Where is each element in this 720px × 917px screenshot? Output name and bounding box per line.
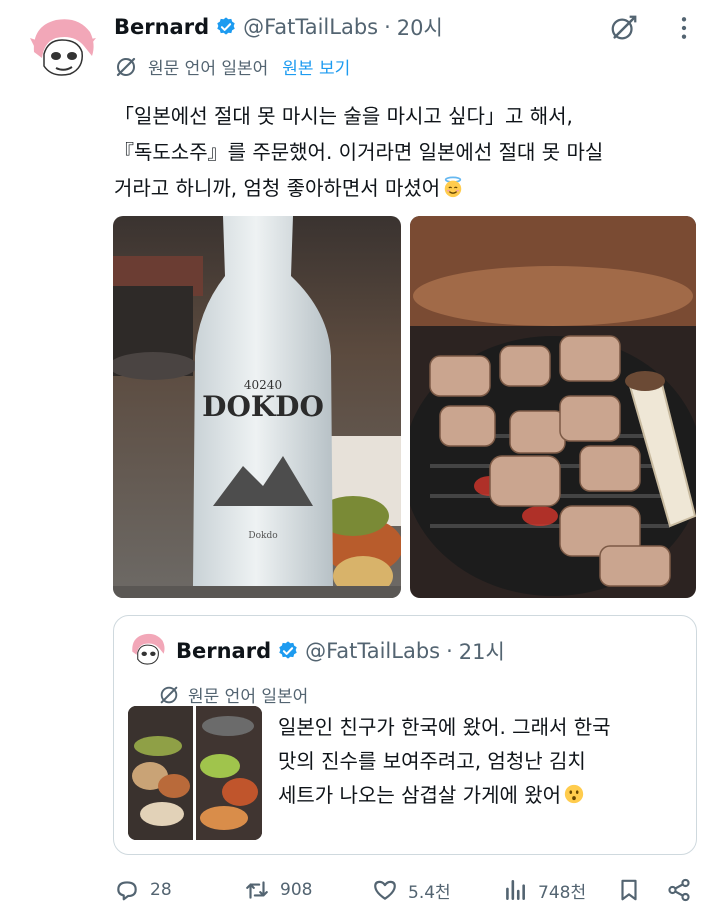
reply-icon: [114, 877, 140, 903]
translation-bar: 원문 언어 일본어 원본 보기: [114, 54, 350, 79]
retweet-count: 908: [280, 880, 313, 900]
action-bar: 28 908 5.4천 748천: [114, 872, 704, 908]
reply-count: 28: [150, 880, 172, 900]
quoted-translation-label: 원문 언어 일본어: [188, 687, 309, 707]
tweet-text-line: 「일본에선 절대 못 마시는 술을 마시고 싶다」고 해서,: [114, 104, 573, 128]
quoted-time: 21시: [458, 640, 505, 664]
translate-icon: [158, 684, 180, 706]
bookmark-icon: [616, 877, 642, 903]
tweet-header: Bernard @FatTailLabs · 20시: [114, 12, 443, 42]
quoted-text-line: 맛의 진수를 보여주려고, 엄청난 김치: [278, 749, 586, 773]
quoted-tweet[interactable]: Bernard @FatTailLabs · 21시 원문 언어 일본어 일본인…: [113, 615, 697, 855]
author-handle[interactable]: @FatTailLabs: [243, 15, 378, 39]
translation-label: 원문 언어 일본어: [148, 59, 269, 79]
tweet-time[interactable]: 20시: [397, 12, 443, 42]
separator-dot: ·: [446, 639, 453, 663]
hushed-face-emoji: [563, 781, 585, 804]
separator-dot: ·: [384, 15, 391, 39]
innocent-smiling-face-emoji: [442, 173, 464, 198]
quoted-text-line: 세트가 나오는 삼겹살 가게에 왔어: [278, 778, 688, 812]
author-name[interactable]: Bernard: [114, 15, 209, 39]
photo-grilled-pork[interactable]: [410, 216, 696, 598]
quoted-author-avatar[interactable]: [128, 630, 168, 670]
tweet-text: 「일본에선 절대 못 마시는 술을 마시고 싶다」고 해서, 『독도소주』를 주…: [114, 98, 704, 206]
views-count: 748천: [538, 882, 587, 903]
bottle-label-big: DOKDO: [202, 390, 324, 423]
quoted-text-line: 일본인 친구가 한국에 왔어. 그래서 한국: [278, 715, 611, 739]
verified-badge-icon: [277, 640, 299, 662]
views-button[interactable]: 748천: [502, 872, 586, 908]
like-icon: [372, 877, 398, 903]
author-avatar[interactable]: [26, 12, 100, 86]
retweet-icon: [244, 877, 270, 903]
verified-badge-icon: [215, 16, 237, 38]
quoted-translation-bar: 원문 언어 일본어: [158, 682, 308, 707]
share-icon: [666, 877, 692, 903]
photo-soju-bottle[interactable]: 40240 DOKDO Dokdo: [113, 216, 401, 598]
quoted-photo-thumbnail[interactable]: [128, 706, 262, 840]
tweet-text-line: 『독도소주』를 주문했어. 이거라면 일본에선 절대 못 마실: [114, 140, 604, 164]
views-icon: [502, 877, 528, 903]
like-count: 5.4천: [408, 882, 451, 903]
translate-icon: [114, 55, 138, 79]
quoted-author-name: Bernard: [176, 639, 272, 663]
like-button[interactable]: 5.4천: [372, 872, 451, 908]
share-button[interactable]: [666, 872, 692, 908]
view-original-link[interactable]: 원본 보기: [282, 54, 350, 79]
quoted-text: 일본인 친구가 한국에 왔어. 그래서 한국 맛의 진수를 보여주려고, 엄청난…: [278, 710, 688, 812]
retweet-button[interactable]: 908: [244, 872, 312, 908]
more-icon[interactable]: [664, 8, 704, 48]
quoted-author-handle: @FatTailLabs: [305, 639, 441, 663]
tweet-text-line: 거라고 하니까, 엄청 좋아하면서 마셨어: [114, 170, 704, 206]
reply-button[interactable]: 28: [114, 872, 172, 908]
quoted-header: Bernard @FatTailLabs · 21시: [176, 636, 505, 666]
grok-icon[interactable]: [604, 8, 644, 48]
bottle-label-bottom: Dokdo: [248, 531, 277, 541]
bookmark-button[interactable]: [616, 872, 642, 908]
